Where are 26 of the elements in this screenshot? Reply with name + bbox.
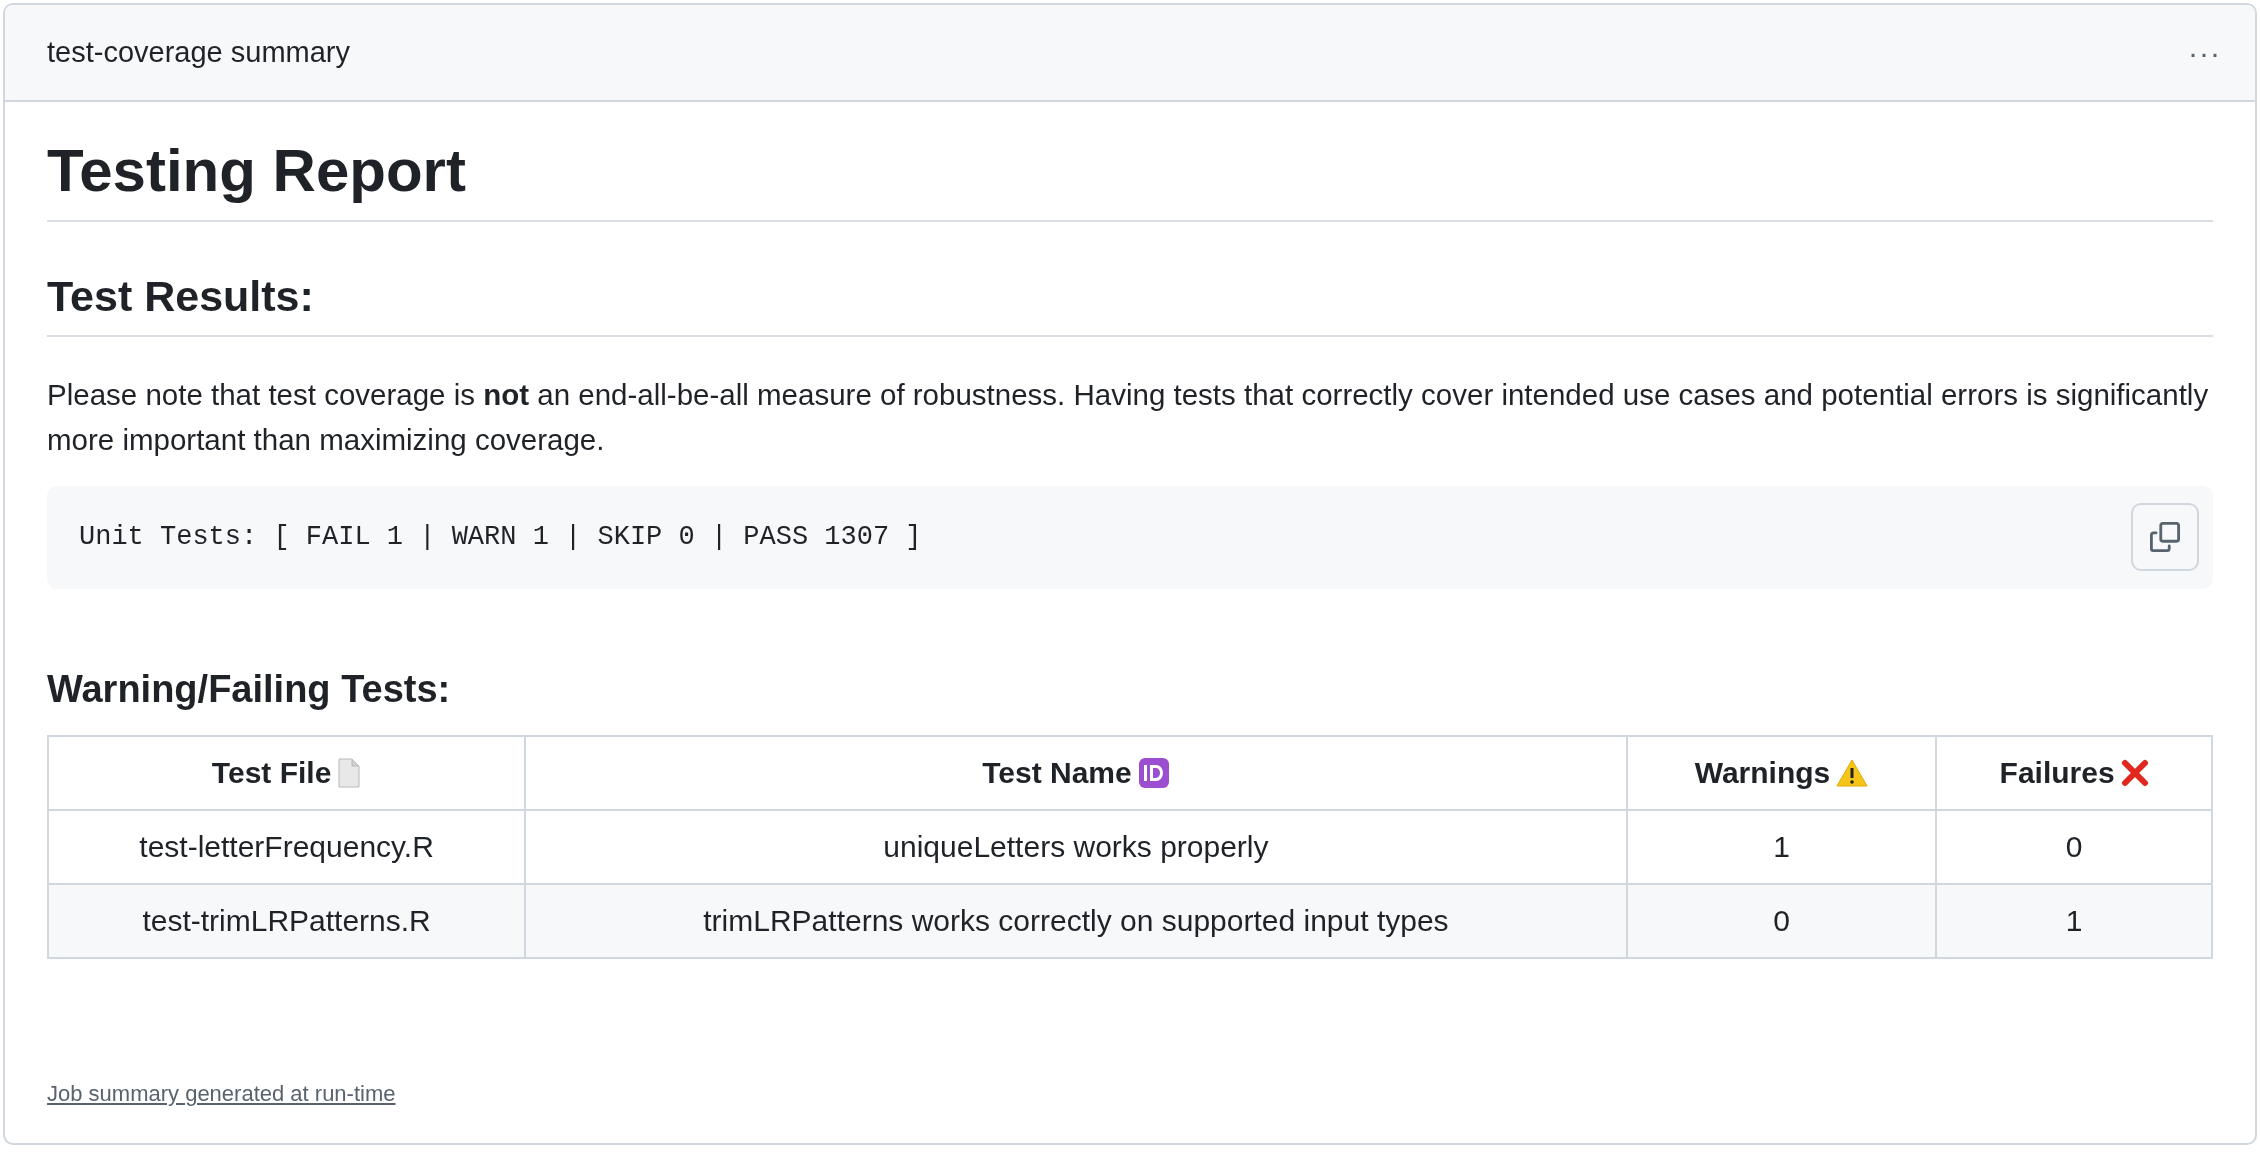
table-cell: 0 xyxy=(1626,883,1937,958)
copy-button[interactable] xyxy=(2131,503,2199,572)
column-header: Test Name xyxy=(525,735,1627,810)
code-text: Unit Tests: [ FAIL 1 | WARN 1 | SKIP 0 | PASS 1307 ] xyxy=(79,522,922,553)
table-cell: test-letterFrequency.R xyxy=(48,809,526,884)
column-header: Test File xyxy=(48,735,526,810)
cross-icon xyxy=(2120,758,2149,787)
column-header: Failures xyxy=(1936,735,2212,810)
table-cell: uniqueLetters works properly xyxy=(525,809,1627,884)
note-paragraph: Please note that test coverage is not an end-all-be-all measure of robustness. Having tests that correctly cover intended use cases and potential errors is significantly more important than maximizing coverage. xyxy=(47,377,2210,458)
table-cell: test-trimLRPatterns.R xyxy=(48,883,526,958)
report-heading: Testing Report xyxy=(47,138,2213,222)
column-header: Warnings xyxy=(1626,735,1937,810)
section-heading: Test Results: xyxy=(47,272,2213,338)
warning-icon xyxy=(1836,757,1869,788)
copy-icon xyxy=(2150,522,2180,553)
table-cell: trimLRPatterns works correctly on supported input types xyxy=(525,883,1627,958)
id-icon xyxy=(1137,756,1170,789)
table-cell: 0 xyxy=(1936,809,2212,884)
table-cell: 1 xyxy=(1936,883,2212,958)
footer-link[interactable]: Job summary generated at run-time xyxy=(47,1081,396,1107)
card-title: test-coverage summary xyxy=(47,36,350,69)
more-options-button[interactable]: ··· xyxy=(2182,35,2227,70)
section-heading: Warning/Failing Tests: xyxy=(47,666,452,712)
document-icon xyxy=(337,757,362,788)
table-cell: 1 xyxy=(1626,809,1937,884)
